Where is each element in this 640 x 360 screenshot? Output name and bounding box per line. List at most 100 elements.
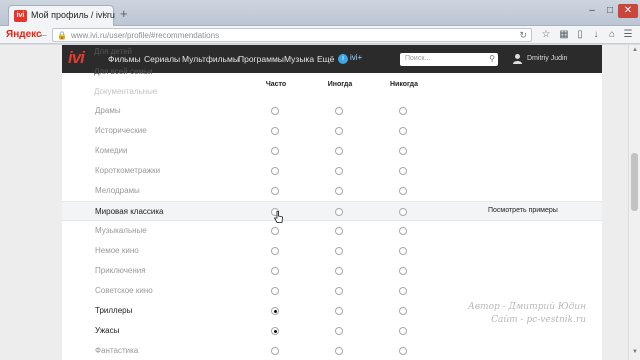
radio-often[interactable] xyxy=(271,287,279,295)
genre-documentary[interactable]: Документальные xyxy=(94,87,157,96)
user-name[interactable]: Dmitriy Judin xyxy=(527,55,567,62)
bookmark-icon[interactable]: ▯ xyxy=(574,29,586,41)
radio-often[interactable] xyxy=(271,107,279,115)
radio-sometimes[interactable] xyxy=(335,327,343,335)
radio-never[interactable] xyxy=(399,187,407,195)
new-tab-button[interactable]: + xyxy=(120,7,128,20)
search-placeholder: Поиск... xyxy=(405,55,431,62)
genre-label: Короткометражки xyxy=(95,166,161,175)
nav-series[interactable]: Сериалы xyxy=(144,54,180,64)
genre-kids[interactable]: Для детей xyxy=(94,47,132,56)
genre-label: Комедии xyxy=(95,146,128,155)
user-avatar-icon[interactable] xyxy=(512,53,523,64)
radio-sometimes[interactable] xyxy=(335,247,343,255)
column-sometimes: Иногда xyxy=(327,81,353,88)
radio-never[interactable] xyxy=(399,127,407,135)
nav-cartoons[interactable]: Мультфильмы xyxy=(182,54,239,64)
column-often: Часто xyxy=(265,81,287,88)
genre-family[interactable]: Для всей семьи xyxy=(94,67,153,76)
radio-often[interactable] xyxy=(271,227,279,235)
show-examples-link[interactable]: Посмотреть примеры xyxy=(488,207,558,214)
radio-never[interactable] xyxy=(399,347,407,355)
ivi-plus-label: ivi+ xyxy=(350,53,363,62)
nav-more[interactable]: Ещё xyxy=(317,54,334,64)
maximize-icon[interactable]: □ xyxy=(602,4,618,18)
radio-often[interactable] xyxy=(271,327,279,335)
radio-often[interactable] xyxy=(271,347,279,355)
radio-never[interactable] xyxy=(399,208,407,216)
table-row: Советское кино xyxy=(62,281,602,301)
address-bar[interactable]: 🔒 www.ivi.ru/user/profile/#recommendatio… xyxy=(52,28,532,42)
star-icon[interactable]: ☆ xyxy=(540,29,552,41)
genre-label: Исторические xyxy=(95,126,147,135)
radio-sometimes[interactable] xyxy=(335,107,343,115)
url-domain: www.ivi.ru xyxy=(71,31,108,40)
ivi-plus-icon: i xyxy=(338,54,348,64)
radio-often[interactable] xyxy=(271,167,279,175)
genre-label: Мировая классика xyxy=(95,207,164,216)
back-icon[interactable]: ← xyxy=(38,28,49,41)
watermark-site: Сайт - pc-vestnik.ru xyxy=(491,315,587,325)
close-window-icon[interactable]: ✕ xyxy=(618,4,638,18)
radio-sometimes[interactable] xyxy=(335,287,343,295)
genre-label: Немое кино xyxy=(95,246,139,255)
radio-often[interactable] xyxy=(271,307,279,315)
page-scrollbar[interactable]: ▲ ▼ xyxy=(628,45,640,360)
genre-label: Драмы xyxy=(95,106,121,115)
radio-sometimes[interactable] xyxy=(335,127,343,135)
radio-sometimes[interactable] xyxy=(335,208,343,216)
browser-tab[interactable]: ivi Мой профиль / ivi.ru × xyxy=(8,5,115,26)
radio-often[interactable] xyxy=(271,247,279,255)
radio-often[interactable] xyxy=(271,187,279,195)
page-viewport: ivi Фильмы Сериалы Мультфильмы Программы… xyxy=(0,45,628,360)
radio-never[interactable] xyxy=(399,287,407,295)
search-input[interactable]: Поиск... ⚲ xyxy=(400,53,498,66)
menu-icon[interactable]: ☰ xyxy=(622,29,634,41)
search-icon[interactable]: ⚲ xyxy=(489,54,495,63)
home-icon[interactable]: ⌂ xyxy=(606,29,618,41)
radio-never[interactable] xyxy=(399,107,407,115)
nav-music[interactable]: Музыка xyxy=(284,54,314,64)
radio-sometimes[interactable] xyxy=(335,267,343,275)
table-row: Немое кино xyxy=(62,241,602,261)
scroll-down-icon[interactable]: ▼ xyxy=(630,349,640,355)
genre-label: Мелодрамы xyxy=(95,186,140,195)
genre-label: Ужасы xyxy=(95,326,120,335)
radio-often[interactable] xyxy=(271,267,279,275)
table-row: Исторические xyxy=(62,121,602,141)
radio-often[interactable] xyxy=(271,127,279,135)
radio-sometimes[interactable] xyxy=(335,147,343,155)
radio-often[interactable] xyxy=(271,147,279,155)
ivi-logo[interactable]: ivi xyxy=(68,49,85,67)
radio-never[interactable] xyxy=(399,267,407,275)
yandex-logo[interactable]: Яндекс xyxy=(6,29,42,40)
minimize-icon[interactable]: – xyxy=(584,4,600,18)
scroll-up-icon[interactable]: ▲ xyxy=(630,47,640,53)
table-row: Мелодрамы xyxy=(62,181,602,201)
table-row: Короткометражки xyxy=(62,161,602,181)
radio-sometimes[interactable] xyxy=(335,167,343,175)
radio-sometimes[interactable] xyxy=(335,187,343,195)
scroll-thumb[interactable] xyxy=(631,153,638,211)
close-tab-icon[interactable]: × xyxy=(102,10,108,21)
table-row: Мировая классика Посмотреть примеры xyxy=(62,201,602,223)
ivi-plus-link[interactable]: i ivi+ xyxy=(338,53,362,64)
radio-never[interactable] xyxy=(399,147,407,155)
download-icon[interactable]: ↓ xyxy=(590,29,602,41)
radio-sometimes[interactable] xyxy=(335,347,343,355)
library-icon[interactable]: ▦ xyxy=(558,29,570,41)
radio-never[interactable] xyxy=(399,167,407,175)
table-row: Комедии xyxy=(62,141,602,161)
radio-never[interactable] xyxy=(399,247,407,255)
radio-never[interactable] xyxy=(399,227,407,235)
genre-label: Фантастика xyxy=(95,346,139,355)
radio-sometimes[interactable] xyxy=(335,227,343,235)
radio-never[interactable] xyxy=(399,327,407,335)
reload-icon[interactable]: ↻ xyxy=(519,30,527,41)
nav-programs[interactable]: Программы xyxy=(238,54,284,64)
radio-sometimes[interactable] xyxy=(335,307,343,315)
radio-never[interactable] xyxy=(399,307,407,315)
genre-label: Триллеры xyxy=(95,306,133,315)
author-watermark: Автор - Дмитрий Юдин Сайт - pc-vestnik.r… xyxy=(468,301,586,327)
column-never: Никогда xyxy=(389,81,419,88)
